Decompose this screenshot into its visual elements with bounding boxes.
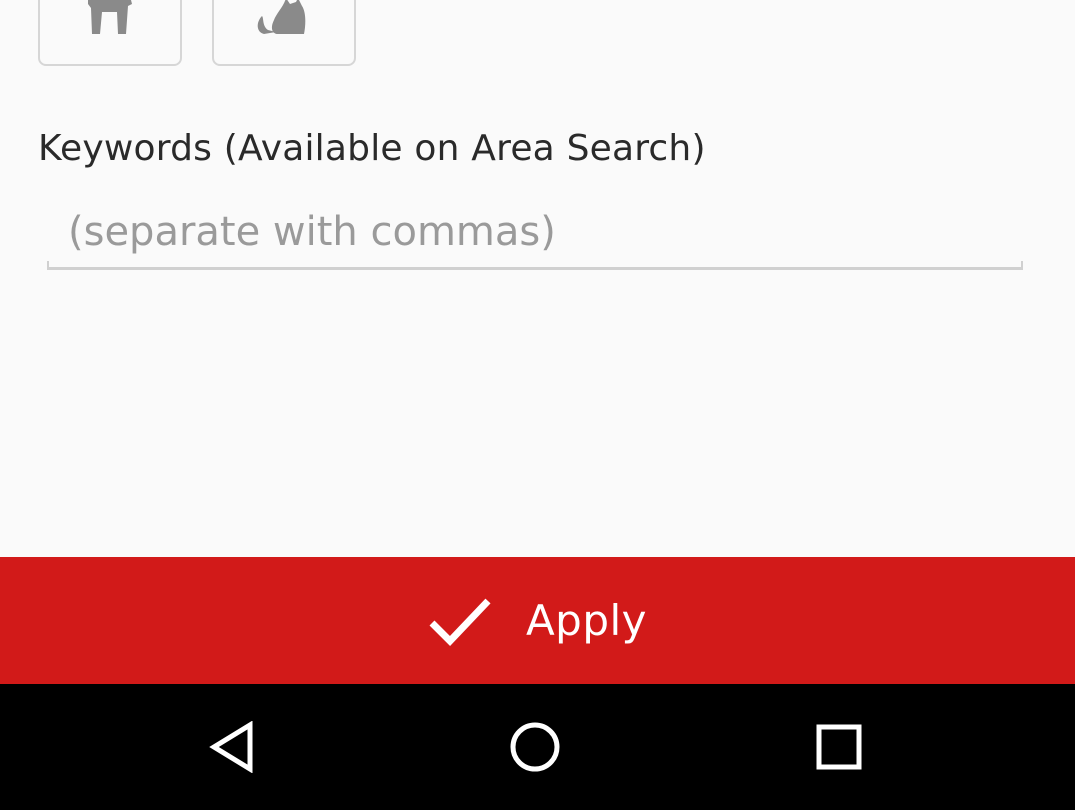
recents-button[interactable]	[806, 714, 872, 780]
home-icon	[510, 722, 560, 772]
cat-icon	[257, 0, 306, 34]
apply-label: Apply	[525, 596, 648, 645]
cat-filter-button[interactable]	[212, 0, 356, 66]
apply-button-content: Apply	[428, 595, 647, 647]
system-navigation-bar	[0, 684, 1075, 810]
filter-screen: Keywords (Available on Area Search) Appl…	[0, 0, 1075, 810]
keywords-label: Keywords (Available on Area Search)	[38, 128, 706, 169]
back-icon	[209, 721, 253, 773]
recents-icon	[816, 724, 862, 770]
keywords-underline	[47, 261, 1023, 270]
keywords-field[interactable]	[47, 196, 1023, 270]
dog-filter-button[interactable]	[38, 0, 182, 66]
home-button[interactable]	[502, 714, 568, 780]
back-button[interactable]	[200, 714, 266, 780]
apply-button[interactable]: Apply	[0, 557, 1075, 684]
keywords-input[interactable]	[47, 196, 1023, 268]
checkmark-icon	[429, 598, 491, 646]
dog-icon	[88, 0, 132, 34]
